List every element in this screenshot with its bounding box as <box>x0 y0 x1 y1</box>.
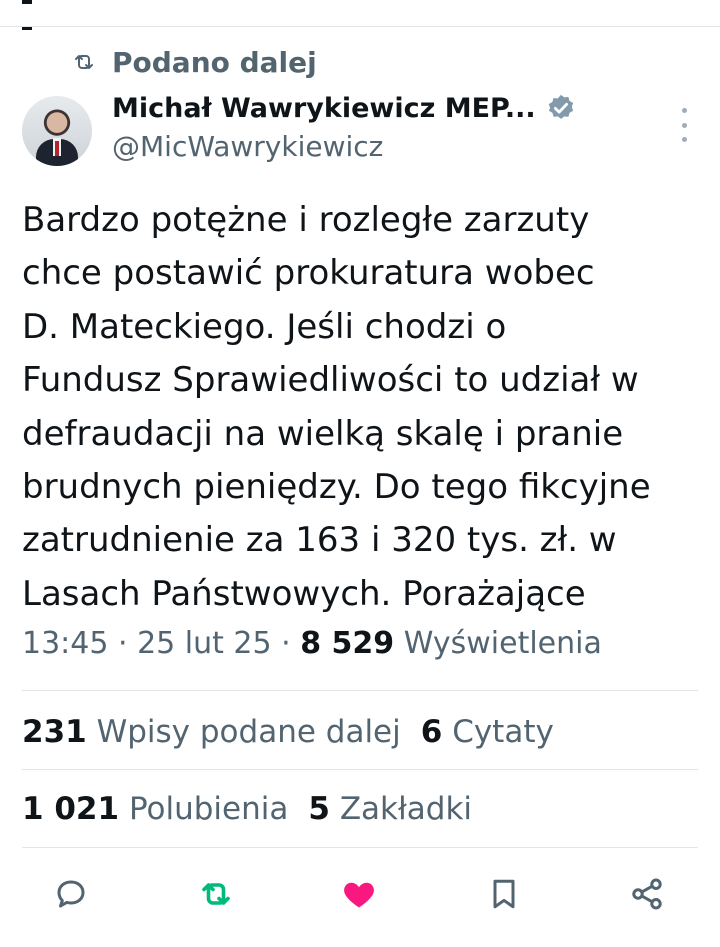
tweet-line: D. Mateckiego. Jeśli chodzi o <box>22 306 507 347</box>
tweet-meta: 13:45 · 25 lut 25 · 8 529 Wyświetlenia <box>22 626 602 661</box>
tweet-date[interactable]: 25 lut 25 <box>137 626 272 661</box>
share-icon <box>632 878 662 910</box>
repost-context-label: Podano dalej <box>112 45 317 79</box>
likes-stat[interactable]: 1 021 Polubienia <box>22 791 288 827</box>
bookmarks-stat[interactable]: 5 Zakładki <box>308 791 472 827</box>
bookmark-button[interactable] <box>484 874 524 914</box>
tweet-time[interactable]: 13:45 <box>22 626 108 661</box>
bookmark-icon <box>493 879 515 909</box>
views-count: 8 529 <box>300 626 395 661</box>
reposts-stat[interactable]: 231 Wpisy podane dalej <box>22 714 401 750</box>
tweet-line: zatrudnienie za 163 i 320 tys. zł. w <box>22 520 617 561</box>
tweet-line: Bardzo potężne i rozległe zarzuty <box>22 200 590 240</box>
repost-button[interactable] <box>196 874 236 914</box>
author-name[interactable]: Michał Wawrykiewicz MEP... <box>112 93 536 124</box>
tweet-text: Bardzo potężne i rozległe zarzuty chce p… <box>22 194 702 621</box>
author-name-row[interactable]: Michał Wawrykiewicz MEP... <box>112 86 576 130</box>
tweet-line: brudnych pieniędzy. Do tego fikcyjne <box>22 467 651 508</box>
like-button[interactable] <box>339 874 379 914</box>
reposts-label: Wpisy podane dalej <box>96 714 401 750</box>
author-handle[interactable]: @MicWawrykiewicz <box>112 130 383 163</box>
top-divider <box>0 26 720 27</box>
stats-row-likes: 1 021 Polubienia 5 Zakładki <box>22 791 472 827</box>
repost-context[interactable]: Podano dalej <box>72 42 317 82</box>
verified-badge-icon <box>548 94 573 119</box>
repost-icon <box>75 55 93 69</box>
tweet-line: Fundusz Sprawiedliwości to udział w <box>22 360 639 401</box>
share-button[interactable] <box>627 874 667 914</box>
tweet-line: chce postawić prokuratura wobec <box>22 253 595 294</box>
quotes-stat[interactable]: 6 Cytaty <box>421 714 554 750</box>
tweet-line: defraudacji na wielką skalę i pranie <box>22 413 624 454</box>
quotes-count: 6 <box>420 714 443 750</box>
views-label: Wyświetlenia <box>403 626 602 661</box>
previous-tweet-edge <box>0 0 720 30</box>
divider-after-stats-1 <box>22 769 698 770</box>
reposts-count: 231 <box>22 714 87 750</box>
meta-separator: · <box>108 626 138 661</box>
repost-icon <box>202 883 230 905</box>
bookmarks-label: Zakładki <box>339 791 473 827</box>
divider-after-meta <box>22 690 698 691</box>
likes-count: 1 021 <box>22 791 120 827</box>
more-options-icon[interactable] <box>674 108 694 142</box>
reply-icon <box>57 880 85 908</box>
reply-button[interactable] <box>51 874 91 914</box>
avatar-tie <box>55 141 59 156</box>
like-icon <box>344 882 374 908</box>
tweet-line: Lasach Państwowych. Porażające <box>22 573 586 614</box>
likes-label: Polubienia <box>128 791 289 827</box>
quotes-label: Cytaty <box>452 714 554 750</box>
divider-before-actions <box>22 847 698 848</box>
stats-row-reposts: 231 Wpisy podane dalej 6 Cytaty <box>22 714 554 750</box>
meta-separator: · <box>271 626 301 661</box>
bookmarks-count: 5 <box>308 791 330 827</box>
avatar[interactable] <box>22 96 92 166</box>
action-bar <box>0 862 720 922</box>
